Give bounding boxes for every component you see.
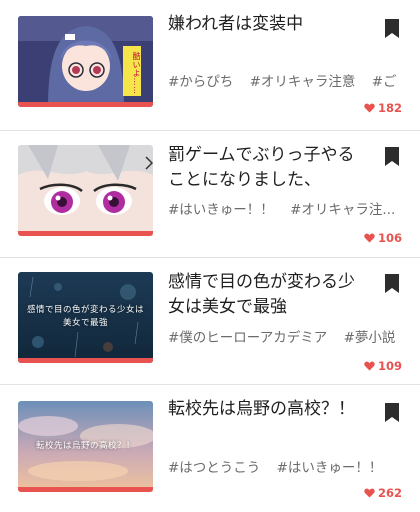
story-title[interactable]: 嫌われ者は変装中 <box>168 12 368 37</box>
story-tags: #はつとうこう #はいきゅー！！ <box>168 456 420 476</box>
tag-link[interactable]: #はいきゅー！！ <box>168 202 274 218</box>
story-thumbnail[interactable]: 酷いよ…… <box>18 16 153 107</box>
story-card[interactable]: 罰ゲームでぶりっ子やることになりました、 #はいきゅー！！ #オリキャラ注...… <box>0 131 420 259</box>
heart-icon <box>364 233 375 243</box>
like-count: 262 <box>364 486 402 500</box>
tag-link[interactable]: #夢小説 <box>344 330 396 346</box>
tag-link[interactable]: #ご <box>372 74 397 90</box>
bookmark-icon[interactable] <box>383 273 401 294</box>
story-card[interactable]: 転校先は烏野の高校？！ 転校先は烏野の高校？！ #はつとうこう #はいきゅー！！… <box>0 385 420 512</box>
tag-link[interactable]: #はつとうこう <box>168 460 260 476</box>
story-thumbnail[interactable]: 感情で目の色が変わる少女は美女で最強 <box>18 272 153 363</box>
like-count: 106 <box>364 231 402 245</box>
like-count-value: 109 <box>377 359 402 373</box>
story-tags: #はいきゅー！！ #オリキャラ注... <box>168 198 420 218</box>
thumbnail-caption: 酷いよ…… <box>132 52 141 95</box>
bookmark-icon[interactable] <box>383 146 401 167</box>
tag-link[interactable]: #僕のヒーローアカデミア <box>168 330 327 346</box>
tag-link[interactable]: #はいきゅー！！ <box>277 460 383 476</box>
tag-link[interactable]: #オリキャラ注意 <box>250 74 356 90</box>
like-count: 109 <box>364 359 402 373</box>
thumbnail-accent-bar <box>18 102 153 107</box>
story-thumbnail[interactable] <box>18 145 153 236</box>
thumbnail-accent-bar <box>18 231 153 236</box>
story-title[interactable]: 感情で目の色が変わる少女は美女で最強 <box>168 270 368 320</box>
anime-eyes-closeup-illustration <box>18 145 153 236</box>
thumbnail-accent-bar <box>18 487 153 492</box>
story-card[interactable]: 酷いよ…… 嫌われ者は変装中 #からぴち #オリキャラ注意 #ご 182 <box>0 0 420 128</box>
story-card[interactable]: 感情で目の色が変わる少女は美女で最強 感情で目の色が変わる少女は美女で最強 #僕… <box>0 258 420 386</box>
story-tags: #からぴち #オリキャラ注意 #ご <box>168 70 420 90</box>
heart-icon <box>364 361 375 371</box>
story-list: 酷いよ…… 嫌われ者は変装中 #からぴち #オリキャラ注意 #ご 182 罰ゲー… <box>0 0 420 512</box>
like-count-value: 182 <box>377 101 402 115</box>
heart-icon <box>364 488 375 498</box>
thumbnail-caption: 転校先は烏野の高校？！ <box>35 441 135 451</box>
story-tags: #僕のヒーローアカデミア #夢小説 <box>168 326 420 346</box>
thumbnail-accent-bar <box>18 358 153 363</box>
like-count: 182 <box>364 101 402 115</box>
like-count-value: 262 <box>377 486 402 500</box>
bookmark-icon[interactable] <box>383 18 401 39</box>
heart-icon <box>364 103 375 113</box>
story-title[interactable]: 罰ゲームでぶりっ子やることになりました、 <box>168 143 368 193</box>
story-title[interactable]: 転校先は烏野の高校？！ <box>168 397 368 422</box>
bookmark-icon[interactable] <box>383 402 401 423</box>
story-thumbnail[interactable]: 転校先は烏野の高校？！ <box>18 401 153 492</box>
like-count-value: 106 <box>377 231 402 245</box>
tag-link[interactable]: #からぴち <box>168 74 233 90</box>
thumbnail-caption: 感情で目の色が変わる少女は美女で最強 <box>26 305 144 328</box>
tag-link[interactable]: #オリキャラ注... <box>290 202 395 218</box>
